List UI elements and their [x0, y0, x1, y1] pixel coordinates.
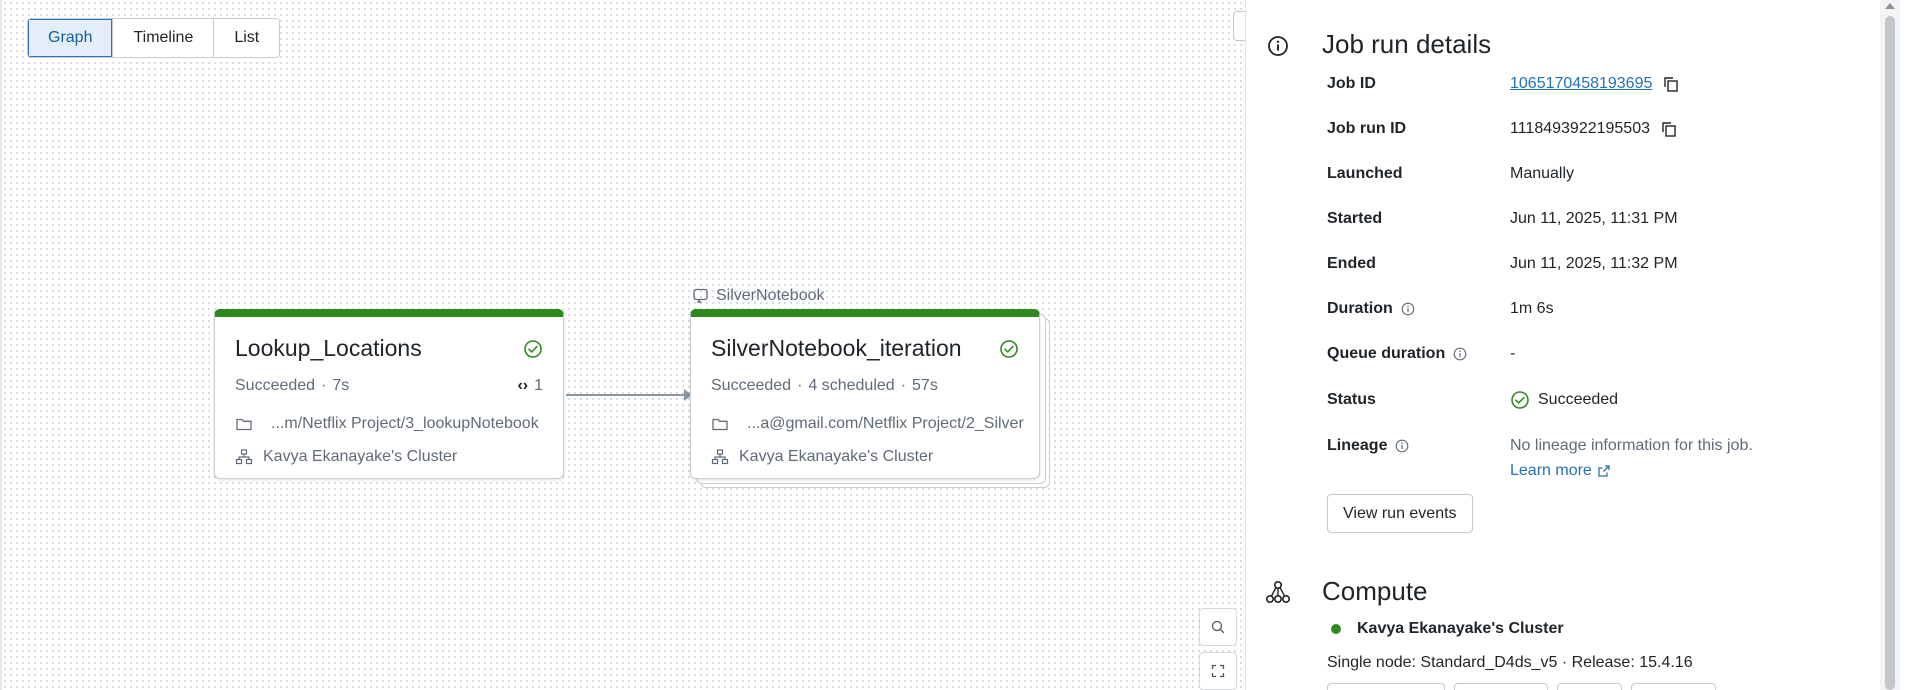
loop-group-name: SilverNotebook [716, 287, 825, 304]
success-check-icon [1510, 390, 1530, 410]
code-brackets-icon: ‹› [517, 377, 529, 394]
scrollbar-thumb[interactable] [1885, 16, 1895, 690]
task-cluster: Kavya Ekanayake's Cluster [263, 448, 458, 465]
duration-label: Duration [1327, 300, 1393, 317]
compute-cluster-name[interactable]: Kavya Ekanayake's Cluster [1357, 620, 1564, 638]
task-title: Lookup_Locations [235, 335, 422, 361]
task-status-line: Succeeded · 4 scheduled · 57s [711, 377, 938, 394]
search-zoom-button[interactable] [1199, 608, 1237, 646]
search-icon [1210, 619, 1226, 635]
status-value: Succeeded [1538, 391, 1619, 408]
tab-list[interactable]: List [214, 19, 280, 57]
started-value: Jun 11, 2025, 11:31 PM [1510, 210, 1678, 227]
section-title-job-run-details: Job run details [1322, 29, 1492, 59]
loop-icon [692, 287, 710, 305]
queue-duration-label-row: Queue duration [1327, 345, 1467, 363]
task-path-row: ...a@gmail.com/Netflix Project/2_Silver [711, 415, 1024, 433]
job-id-link[interactable]: 1065170458193695 [1510, 75, 1652, 93]
info-icon[interactable] [1395, 439, 1409, 453]
job-run-details-panel: Job run details Job ID 1065170458193695 … [1245, 0, 1900, 690]
tab-timeline[interactable]: Timeline [113, 19, 215, 57]
task-cluster-row: Kavya Ekanayake's Cluster [235, 448, 457, 466]
compute-cluster-row: Kavya Ekanayake's Cluster [1331, 620, 1564, 638]
compute-spec: Single node: Standard_D4ds_v5 · Release:… [1327, 654, 1693, 671]
tab-graph[interactable]: Graph [28, 19, 114, 57]
compute-action-button[interactable] [1557, 683, 1622, 690]
task-path: ...a@gmail.com/Netflix Project/2_Silver [747, 415, 1024, 432]
learn-more-row: Learn more [1510, 462, 1611, 480]
info-icon [1265, 33, 1291, 59]
learn-more-link[interactable]: Learn more [1510, 462, 1592, 480]
queue-duration-value: - [1510, 345, 1516, 362]
view-toggle: Graph Timeline List [27, 18, 281, 58]
duration-value: 1m 6s [1510, 300, 1554, 317]
success-check-icon [523, 339, 543, 359]
cluster-status-dot [1331, 624, 1341, 634]
status-row: Succeeded [1510, 390, 1618, 410]
task-path-row: ...m/Netflix Project/3_lookupNotebook [235, 415, 539, 433]
ended-label: Ended [1327, 255, 1376, 272]
task-path: ...m/Netflix Project/3_lookupNotebook [271, 415, 539, 432]
fit-view-button[interactable] [1199, 652, 1237, 690]
folder-icon [235, 415, 253, 433]
task-status: Succeeded [235, 377, 316, 394]
job-run-id-value: 1118493922195503 [1510, 120, 1650, 137]
compute-action-button[interactable] [1631, 683, 1716, 690]
queue-duration-label: Queue duration [1327, 345, 1446, 362]
status-label: Status [1327, 391, 1376, 408]
task-title: SilverNotebook_iteration [711, 335, 962, 361]
launched-label: Launched [1327, 165, 1403, 182]
task-duration: 57s [912, 377, 938, 394]
view-run-events-button[interactable]: View run events [1327, 494, 1473, 533]
dependency-edge [566, 394, 686, 396]
lineage-value: No lineage information for this job. [1510, 437, 1753, 454]
lineage-label: Lineage [1327, 437, 1388, 454]
copy-icon[interactable] [1662, 75, 1680, 93]
task-node-silvernotebook-iteration[interactable]: SilverNotebook_iteration Succeeded · 4 sch… [690, 309, 1040, 479]
compute-action-button[interactable] [1454, 683, 1548, 690]
success-check-icon [999, 339, 1019, 359]
task-cluster-row: Kavya Ekanayake's Cluster [711, 448, 933, 466]
task-status: Succeeded [711, 377, 792, 394]
task-status-line: Succeeded · 7s [235, 377, 350, 394]
copy-icon[interactable] [1660, 120, 1678, 138]
cluster-icon [235, 448, 253, 466]
loop-group-label: SilverNotebook [692, 287, 825, 305]
task-node-lookup-locations[interactable]: Lookup_Locations Succeeded · 7s ‹› 1 ...m/N… [214, 309, 564, 479]
job-run-id-label: Job run ID [1327, 120, 1407, 137]
collapse-panel-button[interactable] [1233, 11, 1245, 41]
job-id-label: Job ID [1327, 75, 1376, 92]
scroll-up-icon[interactable] [1885, 3, 1895, 9]
external-link-icon[interactable] [1597, 464, 1611, 478]
ended-value: Jun 11, 2025, 11:32 PM [1510, 255, 1678, 272]
info-icon[interactable] [1453, 347, 1467, 361]
panel-scrollbar[interactable] [1880, 0, 1900, 690]
job-id-row: 1065170458193695 [1510, 75, 1680, 93]
task-cluster: Kavya Ekanayake's Cluster [739, 448, 934, 465]
iteration-count: ‹› 1 [517, 377, 543, 395]
started-label: Started [1327, 210, 1383, 227]
duration-label-row: Duration [1327, 300, 1415, 318]
cluster-icon [711, 448, 729, 466]
iteration-value: 1 [534, 377, 543, 394]
folder-icon [711, 415, 729, 433]
job-run-id-row: 1118493922195503 [1510, 120, 1678, 138]
graph-canvas[interactable]: Graph Timeline List Lookup_Locations Suc… [0, 0, 1245, 690]
info-icon[interactable] [1401, 302, 1415, 316]
lineage-label-row: Lineage [1327, 437, 1409, 455]
task-duration: 7s [332, 377, 350, 394]
compute-icon [1265, 580, 1291, 606]
fullscreen-icon [1210, 663, 1226, 679]
section-title-compute: Compute [1322, 576, 1428, 606]
launched-value: Manually [1510, 165, 1575, 182]
task-scheduled: 4 scheduled [808, 377, 895, 394]
compute-action-button[interactable] [1327, 683, 1445, 690]
